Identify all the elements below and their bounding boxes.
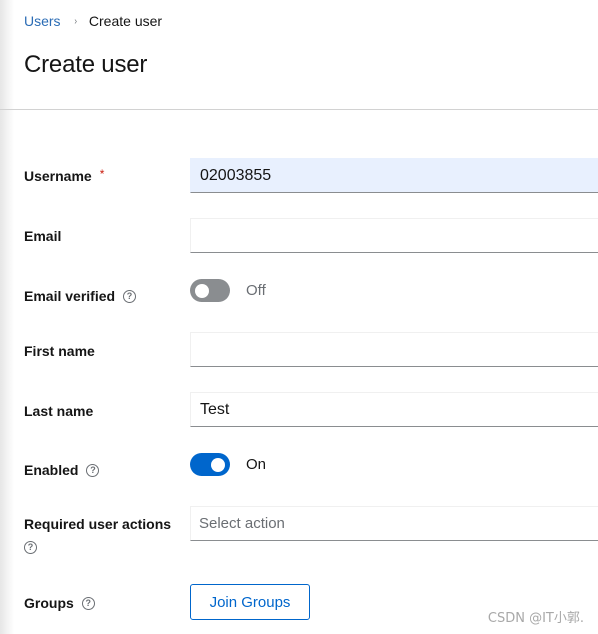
toggle-knob (195, 284, 209, 298)
groups-label-text: Groups (24, 595, 74, 611)
required-actions-select[interactable]: Select action (190, 506, 598, 541)
header-divider (0, 109, 598, 110)
help-icon[interactable]: ? (81, 596, 95, 610)
help-icon[interactable]: ? (123, 289, 137, 303)
email-verified-label-text: Email verified (24, 288, 116, 304)
enabled-state: On (246, 456, 267, 473)
enabled-label-text: Enabled (24, 462, 79, 478)
toggle-knob (211, 458, 225, 472)
email-verified-label: Email verified ? (24, 288, 137, 304)
groups-label: Groups ? (24, 595, 95, 611)
enabled-label: Enabled ? (24, 462, 100, 478)
required-asterisk: * (99, 167, 105, 181)
username-label-text: Username (24, 168, 92, 184)
email-label: Email (24, 228, 62, 244)
required-actions-placeholder: Select action (199, 515, 285, 532)
page-title: Create user (24, 51, 148, 78)
email-verified-state: Off (246, 282, 266, 299)
first-name-input[interactable] (190, 332, 598, 367)
email-input[interactable] (190, 218, 598, 253)
breadcrumb-users-link[interactable]: Users (24, 13, 61, 29)
create-user-page: Users › Create user Create user Username… (0, 0, 598, 634)
username-value: 02003855 (200, 166, 272, 184)
help-icon[interactable]: ? (24, 541, 37, 554)
email-verified-toggle[interactable] (190, 279, 230, 302)
last-name-label: Last name (24, 403, 94, 419)
help-icon[interactable]: ? (86, 463, 100, 477)
left-edge-shadow (0, 0, 14, 634)
join-groups-button[interactable]: Join Groups (190, 584, 310, 620)
watermark: CSDN @IT小郭. (487, 611, 584, 626)
last-name-value: Test (200, 400, 230, 418)
required-actions-label: Required user actions (24, 516, 172, 532)
username-input[interactable]: 02003855 (190, 158, 598, 193)
first-name-label: First name (24, 343, 95, 359)
breadcrumb-current: Create user (88, 13, 163, 29)
chevron-right-icon: › (73, 15, 77, 27)
breadcrumb: Users › Create user (24, 13, 162, 29)
enabled-toggle[interactable] (190, 453, 230, 476)
username-label: Username * (24, 167, 105, 184)
last-name-input[interactable]: Test (190, 392, 598, 427)
